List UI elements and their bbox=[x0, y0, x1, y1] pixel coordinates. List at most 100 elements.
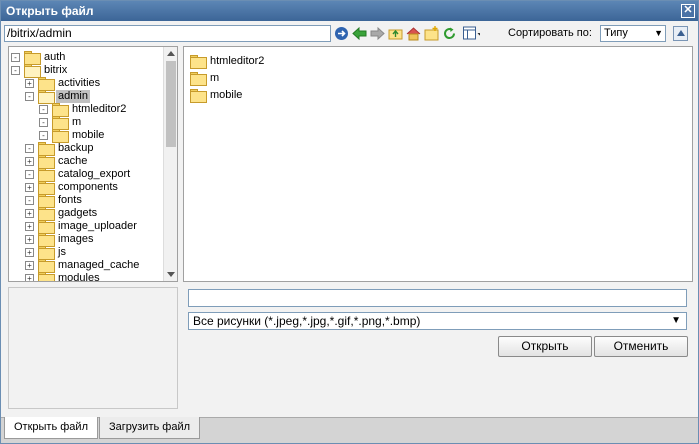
collapse-icon[interactable]: - bbox=[25, 144, 34, 153]
tree-item[interactable]: - admin bbox=[25, 90, 159, 104]
folder-icon bbox=[38, 181, 55, 195]
file-type-select[interactable]: Все рисунки (*.jpeg,*.jpg,*.gif,*.png,*.… bbox=[188, 312, 687, 330]
file-list-item[interactable]: m bbox=[190, 71, 310, 86]
collapse-icon[interactable]: - bbox=[25, 196, 34, 205]
sort-selected: Типу bbox=[604, 27, 628, 39]
collapse-icon[interactable]: - bbox=[39, 131, 48, 140]
tree-item[interactable]: + gadgets bbox=[25, 207, 159, 221]
folder-icon bbox=[38, 233, 55, 247]
chevron-down-icon: ▼ bbox=[671, 315, 681, 326]
tree-item-label: bitrix bbox=[44, 64, 68, 76]
expand-icon[interactable]: + bbox=[25, 79, 34, 88]
home-icon[interactable] bbox=[406, 26, 421, 41]
file-type-selected: Все рисунки (*.jpeg,*.jpg,*.gif,*.png,*.… bbox=[193, 314, 421, 328]
tab-open-file[interactable]: Открыть файл bbox=[4, 417, 98, 439]
tree-item-label: cache bbox=[58, 155, 88, 167]
tree-item[interactable]: + activities bbox=[25, 77, 159, 91]
expand-icon[interactable]: + bbox=[25, 209, 34, 218]
collapse-icon[interactable]: - bbox=[25, 170, 34, 179]
tree-item[interactable]: -m bbox=[39, 116, 159, 130]
file-list: htmleditor2 m mobile bbox=[183, 46, 693, 282]
tree-item[interactable]: - bitrix bbox=[11, 64, 159, 78]
tree-scrollbar[interactable] bbox=[163, 47, 177, 281]
view-mode-icon[interactable] bbox=[460, 26, 480, 41]
collapse-icon[interactable]: - bbox=[39, 118, 48, 127]
file-list-item[interactable]: htmleditor2 bbox=[190, 54, 310, 69]
folder-icon bbox=[38, 90, 55, 104]
tree-item-label: images bbox=[58, 233, 94, 245]
sort-direction-button[interactable] bbox=[673, 26, 688, 41]
title-bar: Открыть файл ✕ bbox=[1, 1, 698, 21]
expand-icon[interactable]: + bbox=[25, 222, 34, 231]
tree-item[interactable]: + js bbox=[25, 246, 159, 260]
scroll-up-icon[interactable] bbox=[167, 51, 175, 56]
folder-icon bbox=[38, 155, 55, 169]
tab-upload-file[interactable]: Загрузить файл bbox=[99, 417, 201, 439]
tree-item[interactable]: - fonts bbox=[25, 194, 159, 208]
file-list-item[interactable]: mobile bbox=[190, 88, 310, 103]
tree-item[interactable]: + modules bbox=[25, 272, 159, 282]
tree-item[interactable]: - auth bbox=[11, 51, 159, 65]
preview-panel bbox=[8, 287, 178, 409]
filename-input[interactable] bbox=[188, 289, 687, 307]
folder-icon bbox=[38, 142, 55, 156]
new-folder-icon[interactable] bbox=[424, 25, 439, 41]
folder-tree: - auth - bitrix + activities - admin - htmleditor… bbox=[8, 46, 178, 282]
file-name: mobile bbox=[210, 89, 243, 101]
tree-item-label: managed_cache bbox=[58, 259, 140, 271]
tree-item-label: backup bbox=[58, 142, 94, 154]
collapse-icon[interactable]: - bbox=[39, 105, 48, 114]
tree-item[interactable]: + managed_cache bbox=[25, 259, 159, 273]
collapse-icon[interactable]: - bbox=[25, 92, 34, 101]
expand-icon[interactable]: + bbox=[25, 248, 34, 257]
expand-icon[interactable]: + bbox=[25, 183, 34, 192]
collapse-icon[interactable]: - bbox=[11, 66, 20, 75]
tree-item-label: fonts bbox=[58, 194, 82, 206]
tree-item[interactable]: - mobile bbox=[39, 129, 159, 143]
tree-item-label: js bbox=[58, 246, 66, 258]
folder-icon bbox=[190, 89, 207, 103]
close-icon[interactable]: ✕ bbox=[681, 4, 695, 18]
tree-item[interactable]: + image_uploader bbox=[25, 220, 159, 234]
tree-item-label: components bbox=[58, 181, 118, 193]
folder-icon bbox=[52, 129, 69, 143]
open-button[interactable]: Открыть bbox=[498, 336, 592, 357]
sort-select[interactable]: Типу ▼ bbox=[600, 25, 666, 42]
folder-icon bbox=[38, 194, 55, 208]
refresh-icon[interactable] bbox=[442, 26, 457, 41]
go-icon[interactable] bbox=[334, 26, 349, 41]
folder-icon bbox=[38, 246, 55, 260]
back-icon[interactable] bbox=[352, 26, 367, 41]
tree-item-label: modules bbox=[58, 272, 100, 282]
tree-item[interactable]: + images bbox=[25, 233, 159, 247]
tree-item[interactable]: + cache bbox=[25, 155, 159, 169]
file-name: m bbox=[210, 72, 220, 84]
chevron-down-icon: ▼ bbox=[654, 28, 663, 38]
path-input[interactable]: /bitrix/admin bbox=[4, 25, 331, 42]
folder-icon bbox=[24, 64, 41, 78]
tree-item[interactable]: + components bbox=[25, 181, 159, 195]
collapse-icon[interactable]: - bbox=[11, 53, 20, 62]
tab-bar: Открыть файл Загрузить файл bbox=[1, 417, 698, 443]
tree-item[interactable]: - catalog_export bbox=[25, 168, 159, 182]
folder-icon bbox=[52, 116, 69, 130]
tree-item-label: image_uploader bbox=[58, 220, 137, 232]
expand-icon[interactable]: + bbox=[25, 235, 34, 244]
scroll-thumb[interactable] bbox=[166, 61, 176, 147]
toolbar bbox=[334, 24, 480, 42]
cancel-button[interactable]: Отменить bbox=[594, 336, 688, 357]
expand-icon[interactable]: + bbox=[25, 261, 34, 270]
folder-icon bbox=[38, 77, 55, 91]
folder-icon bbox=[190, 72, 207, 86]
tree-item[interactable]: - backup bbox=[25, 142, 159, 156]
scroll-down-icon[interactable] bbox=[167, 272, 175, 277]
forward-icon[interactable] bbox=[370, 26, 385, 41]
dialog-title: Открыть файл bbox=[6, 4, 94, 18]
tree-item-label: activities bbox=[58, 77, 101, 89]
expand-icon[interactable]: + bbox=[25, 157, 34, 166]
up-folder-icon[interactable] bbox=[388, 26, 403, 41]
tree-item[interactable]: - htmleditor2 bbox=[39, 103, 159, 117]
tree-item-label: admin bbox=[56, 90, 90, 103]
tree-item-label: mobile bbox=[72, 129, 105, 141]
expand-icon[interactable]: + bbox=[25, 274, 34, 281]
